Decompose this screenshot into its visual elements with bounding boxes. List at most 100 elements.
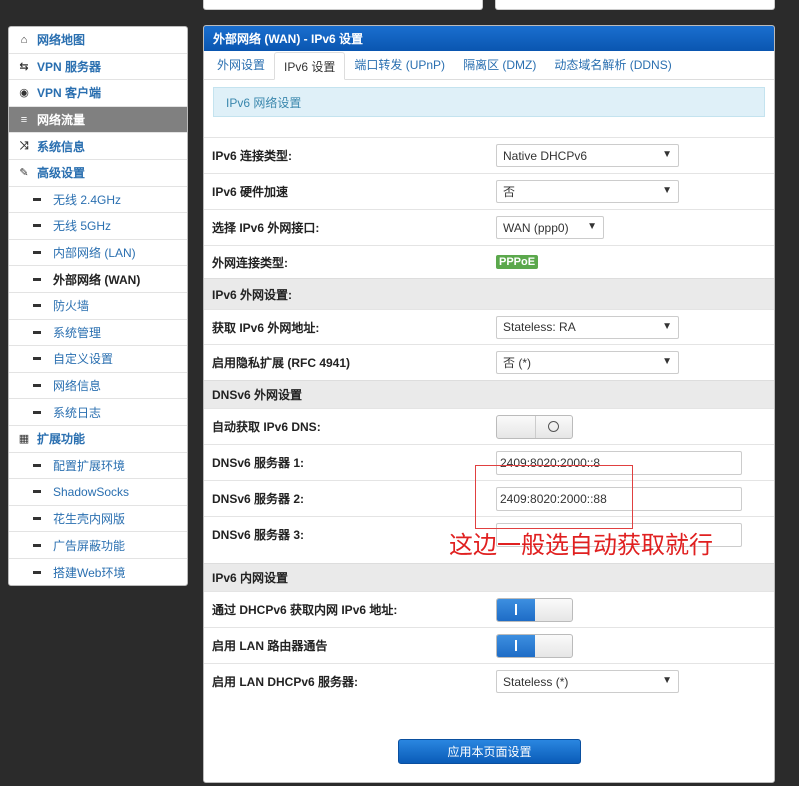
sidebar-item-label: 高级设置 xyxy=(37,166,86,181)
shuffle-icon: ⤨ xyxy=(19,139,29,152)
get-address-value: Stateless: RA xyxy=(503,320,576,334)
tab-1[interactable]: IPv6 设置 xyxy=(274,52,346,80)
tab-3[interactable]: 隔离区 (DMZ) xyxy=(454,51,545,79)
row-privacy-ext: 启用隐私扩展 (RFC 4941) 否 (*) ▼ xyxy=(204,344,774,380)
wan-conn-type-badge: PPPoE xyxy=(496,255,539,269)
section-ipv6-wan-title: IPv6 外网设置: xyxy=(212,287,293,302)
toggle-on-half xyxy=(497,416,535,438)
dash-icon xyxy=(33,410,41,414)
hw-accel-value: 否 xyxy=(503,185,516,199)
dash-icon xyxy=(33,543,41,547)
sidebar-item-18[interactable]: 花生壳内网版 xyxy=(9,506,187,533)
sidebar-item-4[interactable]: ⤨ 系统信息 xyxy=(9,133,187,160)
row-lan-ra: 启用 LAN 路由器通告 xyxy=(204,627,774,663)
dropdown-arrow-icon: ▼ xyxy=(662,320,672,332)
sidebar-item-label: 外部网络 (WAN) xyxy=(53,272,141,287)
dns2-label: DNSv6 服务器 2: xyxy=(212,492,305,506)
dash-icon xyxy=(33,357,41,361)
list-icon: ≡ xyxy=(20,113,28,126)
tab-2[interactable]: 端口转发 (UPnP) xyxy=(345,51,454,79)
row-get-address: 获取 IPv6 外网地址: Stateless: RA ▼ xyxy=(204,309,774,344)
sidebar-item-17[interactable]: ShadowSocks xyxy=(9,479,187,506)
sidebar-item-6[interactable]: 无线 2.4GHz xyxy=(9,187,187,214)
sidebar-item-label: 搭建Web环境 xyxy=(53,565,126,580)
sidebar-item-label: 网络信息 xyxy=(53,379,102,394)
sidebar-item-0[interactable]: ⌂ 网络地图 xyxy=(9,27,187,54)
sidebar-item-7[interactable]: 无线 5GHz xyxy=(9,213,187,240)
apply-settings-button[interactable]: 应用本页面设置 xyxy=(398,739,581,764)
grid-icon: ▦ xyxy=(18,433,30,446)
lan-dhcpv6-value: Stateless (*) xyxy=(503,674,569,689)
sidebar-item-3[interactable]: ≡ 网络流量 xyxy=(9,106,187,134)
wan-conn-type-label: 外网连接类型: xyxy=(212,255,288,270)
row-wan-interface: 选择 IPv6 外网接口: WAN (ppp0) ▼ xyxy=(204,209,774,245)
sidebar-item-14[interactable]: 系统日志 xyxy=(9,399,187,426)
hw-accel-select[interactable]: 否 ▼ xyxy=(496,180,679,203)
toggle-on-bar-icon xyxy=(514,640,517,651)
section-ipv6-lan: IPv6 内网设置 xyxy=(204,563,774,591)
toggle-on-half xyxy=(497,634,535,657)
row-hw-accel: IPv6 硬件加速 否 ▼ xyxy=(204,173,774,209)
conn-type-label: IPv6 连接类型: xyxy=(212,149,293,163)
wan-interface-select[interactable]: WAN (ppp0) ▼ xyxy=(496,216,604,239)
dash-icon xyxy=(33,197,41,201)
info-banner: IPv6 网络设置 xyxy=(213,87,765,117)
privacy-ext-select[interactable]: 否 (*) ▼ xyxy=(496,351,679,374)
top-panel-stub-right xyxy=(495,0,775,10)
dash-icon xyxy=(33,463,41,467)
sidebar-item-label: 系统管理 xyxy=(53,325,102,340)
auto-dns-toggle[interactable] xyxy=(496,414,573,439)
sidebar-item-label: VPN 服务器 xyxy=(37,59,102,74)
annotation-note: 这边一般选自动获取就行 xyxy=(449,531,713,559)
sidebar-item-11[interactable]: 系统管理 xyxy=(9,320,187,347)
toggle-off-half xyxy=(534,415,573,438)
lan-dhcpv6-label: 启用 LAN DHCPv6 服务器: xyxy=(212,675,359,689)
wrench-icon: ✎ xyxy=(19,167,29,180)
sidebar-item-label: ShadowSocks xyxy=(53,484,130,499)
privacy-ext-label: 启用隐私扩展 (RFC 4941) xyxy=(212,356,351,370)
sidebar-item-8[interactable]: 内部网络 (LAN) xyxy=(9,240,187,267)
tab-0[interactable]: 外网设置 xyxy=(208,51,274,79)
retweet-icon: ⇆ xyxy=(19,60,29,73)
lan-ra-toggle[interactable] xyxy=(496,633,573,658)
sidebar-item-19[interactable]: 广告屏蔽功能 xyxy=(9,532,187,559)
get-address-select[interactable]: Stateless: RA ▼ xyxy=(496,315,679,339)
dropdown-arrow-icon: ▼ xyxy=(662,356,672,367)
dropdown-arrow-icon: ▼ xyxy=(662,675,672,686)
sidebar-item-15[interactable]: ▦ 扩展功能 xyxy=(9,426,187,453)
section-dnsv6-wan: DNSv6 外网设置 xyxy=(204,380,774,408)
panel-title: 外部网络 (WAN) - IPv6 设置 xyxy=(204,26,774,51)
hw-accel-label: IPv6 硬件加速 xyxy=(212,185,289,199)
row-auto-dns: 自动获取 IPv6 DNS: xyxy=(204,408,774,444)
sidebar-item-label: VPN 客户端 xyxy=(37,86,102,101)
sidebar-item-label: 无线 2.4GHz xyxy=(53,192,122,207)
sidebar-item-5[interactable]: ✎ 高级设置 xyxy=(9,160,187,187)
sidebar-item-label: 自定义设置 xyxy=(53,352,114,367)
dash-icon xyxy=(33,516,41,520)
tab-bar: 外网设置 IPv6 设置 端口转发 (UPnP) 隔离区 (DMZ) 动态域名解析 (D… xyxy=(204,51,774,80)
sidebar-item-10[interactable]: 防火墙 xyxy=(9,293,187,320)
wan-interface-label: 选择 IPv6 外网接口: xyxy=(212,221,320,235)
sidebar-item-2[interactable]: ◉ VPN 客户端 xyxy=(9,80,187,107)
sidebar-item-20[interactable]: 搭建Web环境 xyxy=(9,559,187,586)
tab-4[interactable]: 动态域名解析 (DDNS) xyxy=(545,51,680,79)
sidebar-item-13[interactable]: 网络信息 xyxy=(9,373,187,400)
row-dhcpv6-lan: 通过 DHCPv6 获取内网 IPv6 地址: xyxy=(204,591,774,627)
dash-icon xyxy=(33,384,41,388)
section-ipv6-wan: IPv6 外网设置: xyxy=(204,278,774,309)
sidebar-item-9[interactable]: 外部网络 (WAN) xyxy=(9,266,187,293)
dropdown-arrow-icon: ▼ xyxy=(662,149,672,160)
dash-icon xyxy=(33,330,41,334)
sidebar-item-1[interactable]: ⇆ VPN 服务器 xyxy=(9,54,187,81)
lan-dhcpv6-select[interactable]: Stateless (*) ▼ xyxy=(496,670,679,693)
sidebar-nav: ⌂ 网络地图 ⇆ VPN 服务器 ◉ VPN 客户端 ≡ 网络流量 ⤨ 系统信息 ✎ 高级设置无线 2… xyxy=(8,26,188,587)
dhcpv6-lan-label: 通过 DHCPv6 获取内网 IPv6 地址: xyxy=(212,603,398,617)
sidebar-item-16[interactable]: 配置扩展环境 xyxy=(9,453,187,480)
toggle-on-bar-icon xyxy=(514,604,517,615)
conn-type-select[interactable]: Native DHCPv6 ▼ xyxy=(496,144,679,167)
dhcpv6-lan-toggle[interactable] xyxy=(496,597,573,622)
sidebar-item-label: 配置扩展环境 xyxy=(53,458,126,473)
ipv6-settings-panel: 外部网络 (WAN) - IPv6 设置 外网设置 IPv6 设置 端口转发 (UP… xyxy=(203,25,775,783)
sidebar-item-12[interactable]: 自定义设置 xyxy=(9,346,187,373)
dash-icon xyxy=(33,251,41,255)
